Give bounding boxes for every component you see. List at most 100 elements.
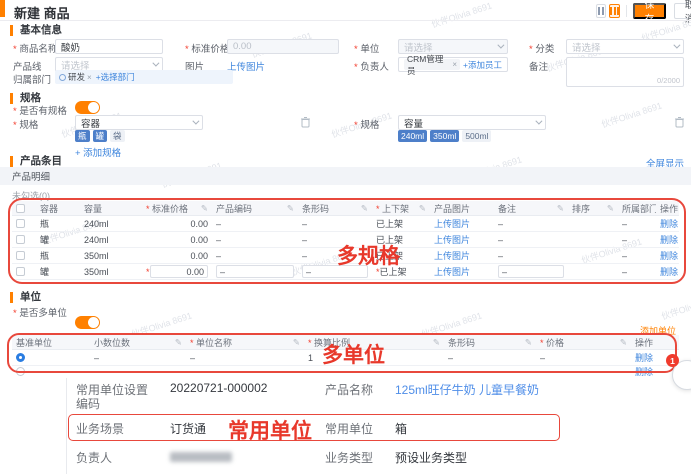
edit-column-icon: ✎ (173, 337, 182, 348)
delete-row-link[interactable]: 删除 (660, 233, 678, 246)
add-spec-link[interactable]: + 添加规格 (75, 145, 121, 159)
owner-label: 负责人 (76, 449, 112, 466)
owner-label: 负责人 (354, 59, 389, 73)
code-label-2: 编码 (76, 395, 100, 412)
spec1-select[interactable]: 容器 (75, 115, 203, 130)
chevron-down-icon (535, 118, 542, 125)
edit-column-icon: ✎ (523, 337, 532, 348)
save-button[interactable]: 保存 (633, 3, 666, 19)
product-row-editing: 罐 350ml *0.00 – – *已上架 上传图片 – – 删除 (12, 264, 679, 280)
base-unit-radio[interactable] (16, 367, 25, 376)
dept-avatar-icon (59, 74, 66, 81)
upload-image-link[interactable]: 上传图片 (434, 249, 470, 262)
chevron-down-icon (192, 118, 199, 125)
row-checkbox[interactable] (16, 219, 25, 228)
section-title-basic: 基本信息 (10, 25, 62, 36)
remark-label: 备注 (529, 59, 548, 73)
unit-row: – – 1 – – 删除 (12, 350, 679, 366)
select-dept-link[interactable]: +选择部门 (96, 71, 135, 83)
delete-row-link[interactable]: 删除 (660, 217, 678, 230)
delete-row-link[interactable]: 删除 (635, 351, 653, 364)
edit-column-icon: ✎ (285, 203, 294, 214)
product-name-input[interactable]: 酸奶 (55, 39, 163, 54)
upload-image-link[interactable]: 上传图片 (434, 217, 470, 230)
row-checkbox[interactable] (16, 235, 25, 244)
dept-label: 归属部门 (13, 72, 51, 86)
view-toggle-columns-icon[interactable] (596, 4, 606, 18)
redacted-owner-value (170, 452, 232, 462)
common-unit-label: 常用单位 (325, 420, 373, 437)
spec1-tag[interactable]: 袋 (110, 130, 125, 142)
chevron-down-icon (152, 60, 159, 67)
watermark-text: 伙伴Olivia 8691 (600, 99, 664, 131)
edit-column-icon: ✎ (291, 337, 300, 348)
add-employee-link[interactable]: +添加员工 (463, 59, 502, 71)
scene-value: 订货通 (170, 420, 206, 437)
unit-row: – – 删除 (12, 366, 679, 376)
row-checkbox[interactable] (16, 251, 25, 260)
spec2-tag[interactable]: 240ml (398, 130, 427, 142)
multi-unit-label: 是否多单位 (13, 305, 67, 319)
edit-column-icon: ✎ (555, 203, 564, 214)
product-table-header: 容器 容量 标准价格✎ 产品编码✎ 条形码✎ 上下架✎ 产品图片 备注✎ 排序✎… (12, 201, 679, 216)
spec2-label: 规格 (354, 117, 379, 131)
product-row: 瓶 350ml 0.00 – – 已上架 上传图片 – – 删除 (12, 248, 679, 264)
delete-row-link[interactable]: 删除 (660, 249, 678, 262)
spec1-tag[interactable]: 瓶 (75, 130, 90, 142)
new-product-page: 伙伴Olivia 8691伙伴Olivia 8691伙伴Olivia 8691伙… (0, 0, 691, 474)
card-left-border (66, 378, 67, 474)
spec2-tag[interactable]: 350ml (430, 130, 459, 142)
price-input[interactable]: 0.00 (150, 265, 208, 278)
view-toggle-grid-icon[interactable] (609, 4, 620, 18)
biz-type-value: 预设业务类型 (395, 449, 467, 466)
edit-column-icon: ✎ (605, 203, 614, 214)
dept-field[interactable]: 研发 × +选择部门 (55, 70, 233, 84)
category-select[interactable]: 请选择 (566, 39, 684, 54)
owner-field[interactable]: CRM管理员× +添加员工 (398, 57, 508, 72)
spec2-select[interactable]: 容量 (398, 115, 546, 130)
unit-table-header: 基准单位 小数位数✎ 单位名称✎ 换算比例✎ 条形码✎ 价格✎ 操作 (12, 335, 679, 350)
delete-row-link[interactable]: 删除 (660, 265, 678, 278)
product-name-label: 商品名称 (13, 41, 57, 55)
cancel-button[interactable]: 取消 (674, 3, 691, 19)
biz-type-label: 业务类型 (325, 449, 373, 466)
edit-column-icon: ✎ (417, 203, 426, 214)
base-unit-radio[interactable] (16, 353, 25, 362)
code-input[interactable]: – (216, 265, 294, 278)
section-title-items: 产品条目 (10, 156, 62, 167)
code-value: 20220721-000002 (170, 381, 267, 395)
multi-unit-toggle[interactable] (75, 316, 100, 329)
row-checkbox[interactable] (16, 267, 25, 276)
watermark-text: 伙伴Olivia 8691 (430, 0, 494, 30)
delete-spec2-icon[interactable] (674, 116, 685, 128)
remark-textarea[interactable]: 0/2000 (566, 57, 684, 87)
close-icon[interactable]: × (452, 60, 457, 69)
spec2-tag[interactable]: 500ml (462, 130, 491, 142)
watermark-text: 伙伴Olivia 8691 (660, 291, 691, 323)
remark-input[interactable]: – (498, 265, 564, 278)
barcode-input[interactable]: – (302, 265, 368, 278)
upload-image-link[interactable]: 上传图片 (434, 265, 470, 278)
divider (626, 5, 627, 17)
edit-column-icon: ✎ (359, 203, 368, 214)
scene-label: 业务场景 (76, 420, 124, 437)
product-name-link[interactable]: 125ml旺仔牛奶 儿童早餐奶 (395, 381, 539, 398)
accent-corner (0, 0, 5, 17)
std-price-input: 0.00 (227, 39, 339, 54)
product-row: 罐 240ml 0.00 – – 已上架 上传图片 – – 删除 (12, 232, 679, 248)
dept-tag[interactable]: 研发 × (59, 71, 92, 83)
common-unit-detail-card: 常用单位设置 编码 20220721-000002 产品名称 125ml旺仔牛奶… (0, 376, 691, 474)
delete-row-link[interactable]: 删除 (635, 366, 653, 376)
delete-spec1-icon[interactable] (300, 116, 311, 128)
std-price-label: 标准价格 (185, 41, 229, 55)
owner-tag[interactable]: CRM管理员× (404, 59, 460, 70)
close-icon[interactable]: × (87, 73, 92, 82)
upload-image-link[interactable]: 上传图片 (434, 233, 470, 246)
unit-table: 基准单位 小数位数✎ 单位名称✎ 换算比例✎ 条形码✎ 价格✎ 操作 – – 1… (12, 335, 679, 376)
spec1-tag[interactable]: 罐 (93, 130, 108, 142)
has-spec-toggle[interactable] (75, 101, 100, 114)
edit-column-icon: ✎ (199, 203, 208, 214)
section-title-unit: 单位 (10, 292, 41, 303)
select-all-checkbox[interactable] (16, 204, 25, 213)
chevron-down-icon (673, 42, 680, 49)
